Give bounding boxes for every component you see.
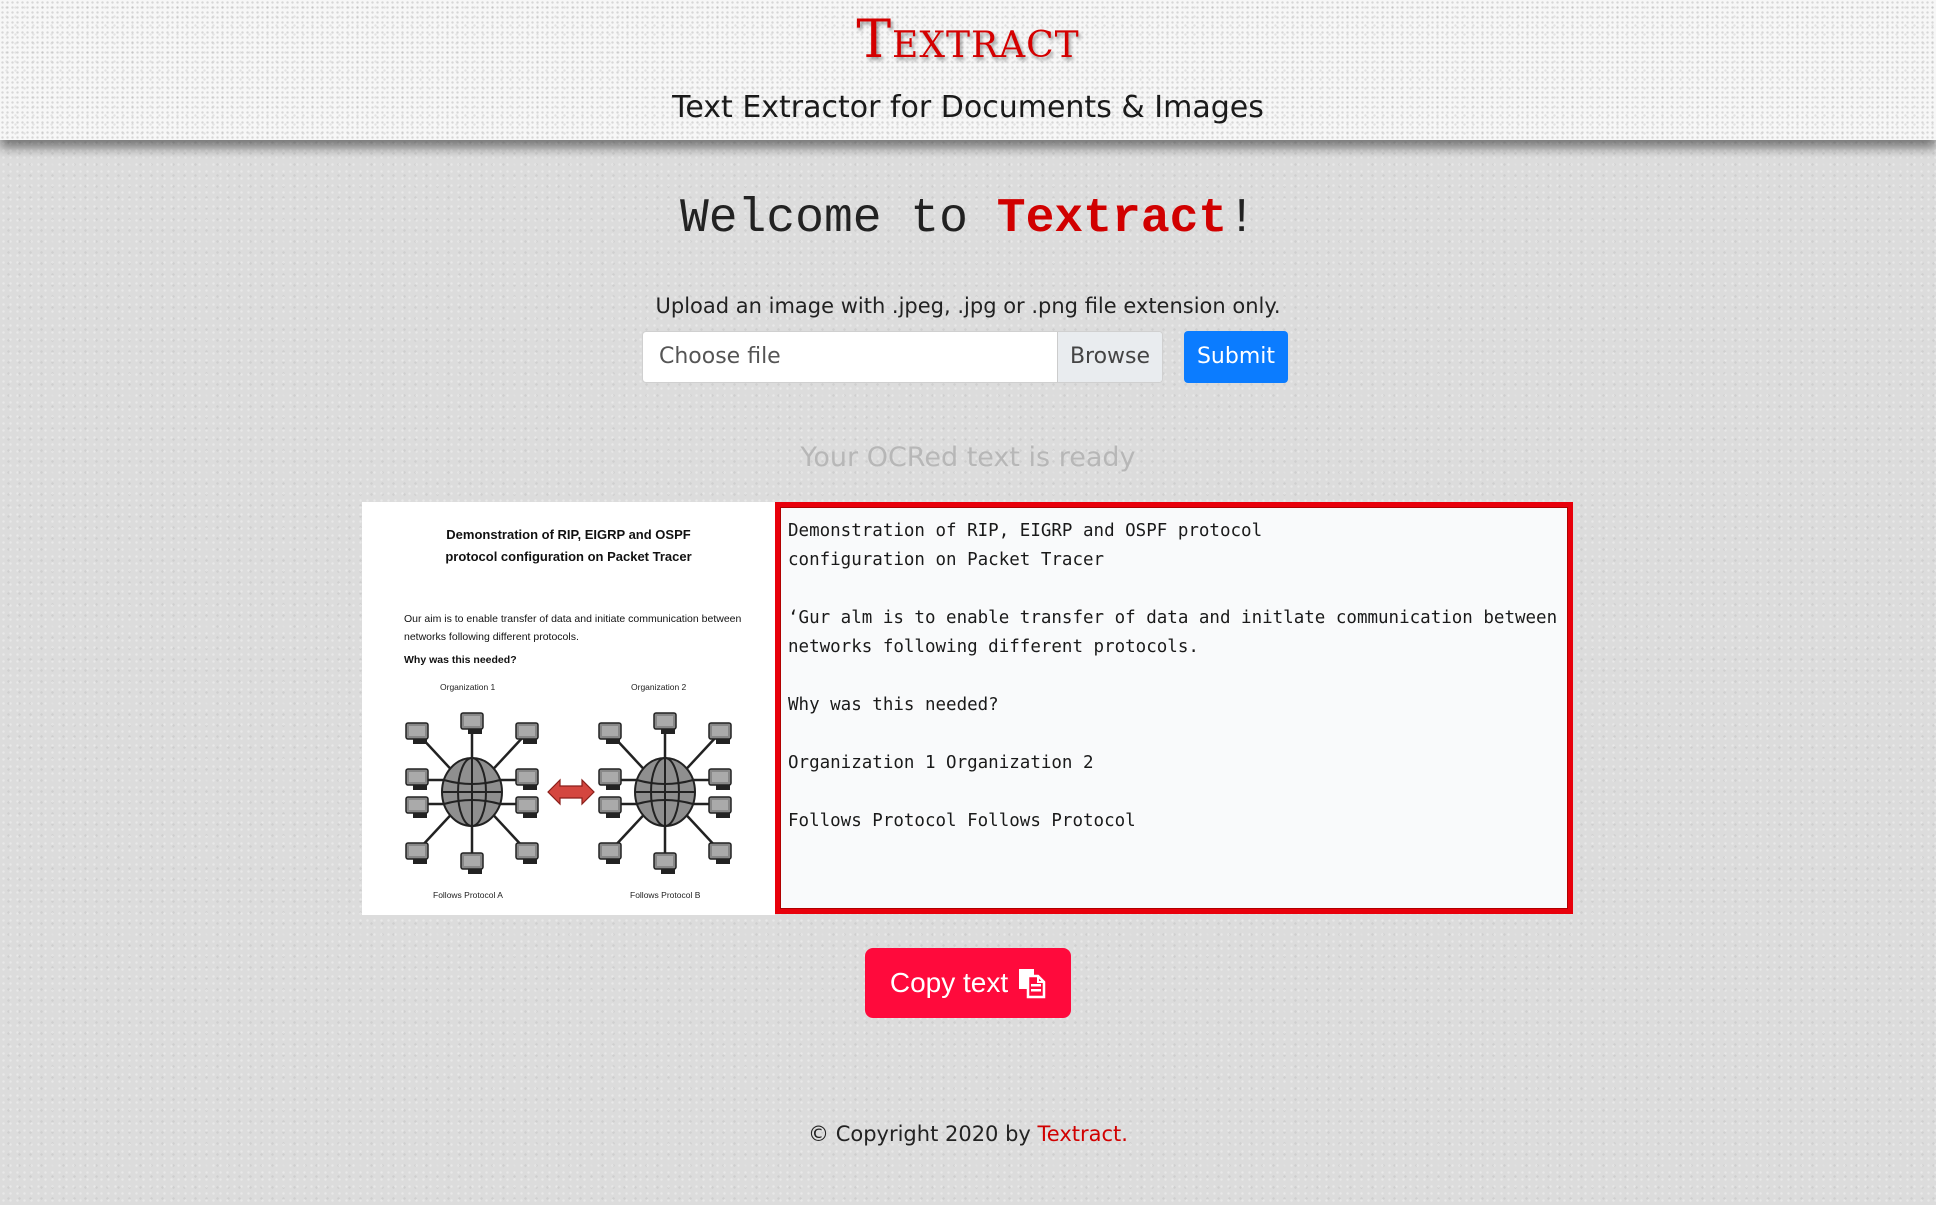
file-input-label[interactable]: Choose file (643, 332, 1057, 382)
welcome-prefix: Welcome to (679, 192, 997, 246)
ocr-text-output[interactable]: Demonstration of RIP, EIGRP and OSPF pro… (775, 502, 1573, 914)
org2-network-cluster (599, 713, 731, 874)
preview-title: Demonstration of RIP, EIGRP and OSPF pro… (445, 527, 692, 564)
preview-aim-text: Our aim is to enable transfer of data an… (404, 613, 742, 643)
welcome-suffix: ! (1227, 192, 1257, 246)
footer-brand-link[interactable]: Textract. (1038, 1122, 1128, 1146)
copy-text-label: Copy text (889, 967, 1009, 998)
org1-network-cluster (406, 713, 538, 874)
welcome-heading: Welcome to Textract! (0, 192, 1936, 246)
copy-text-button[interactable]: Copy text (865, 948, 1071, 1018)
site-footer: © Copyright 2020 by Textract. (0, 1122, 1936, 1146)
submit-button[interactable]: Submit (1184, 331, 1288, 383)
network-diagram (362, 672, 775, 892)
preview-why-text: Why was this needed? (404, 654, 517, 666)
copy-icon (1019, 969, 1046, 999)
bidirectional-arrow-icon (547, 778, 595, 806)
site-header: Textract Text Extractor for Documents & … (0, 0, 1936, 140)
file-input[interactable]: Choose file Browse (642, 331, 1163, 383)
site-tagline: Text Extractor for Documents & Images (672, 90, 1264, 125)
uploaded-image-preview: Demonstration of RIP, EIGRP and OSPF pro… (362, 502, 775, 915)
welcome-brand: Textract (996, 192, 1228, 246)
result-heading: Your OCRed text is ready (800, 442, 1136, 473)
upload-hint: Upload an image with .jpeg, .jpg or .png… (655, 294, 1281, 318)
browse-button[interactable]: Browse (1057, 332, 1162, 382)
brand-logo[interactable]: Textract (0, 10, 1936, 70)
footer-copyright: © Copyright 2020 by (808, 1122, 1038, 1146)
